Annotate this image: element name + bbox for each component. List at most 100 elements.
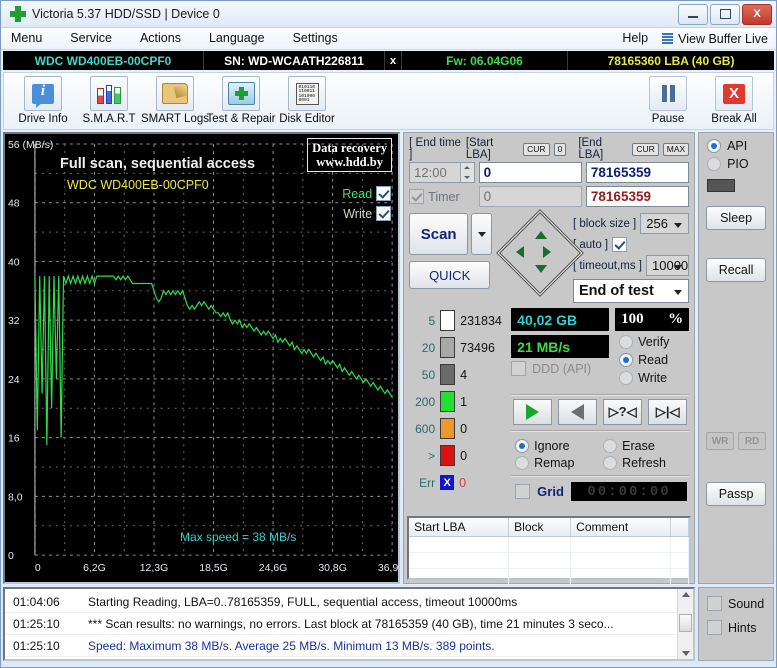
down-arrow-icon[interactable] [535,265,548,273]
smart-logs-button[interactable]: SMART Logs [141,76,209,125]
grid-checkbox[interactable] [515,484,531,499]
ddd-api-label: DDD (API) [532,361,592,376]
passp-button[interactable]: Passp [706,482,767,506]
api-radio[interactable] [707,139,722,153]
ignore-radio[interactable] [515,439,530,453]
recall-button[interactable]: Recall [706,258,767,282]
break-all-button[interactable]: X Break All [701,76,767,125]
elapsed-clock: 00:00:00 [570,482,688,501]
graph-read-toggle[interactable]: Read [342,186,392,201]
ddd-api-toggle[interactable]: DDD (API) [511,361,609,376]
left-arrow-icon[interactable] [516,246,525,258]
menu-item-actions[interactable]: Actions [126,28,195,49]
table-row[interactable] [409,569,690,585]
table-row[interactable] [409,553,690,569]
pio-radio[interactable] [707,157,722,171]
read-radio[interactable] [619,353,634,367]
log-scrollbar[interactable] [677,589,693,659]
seek-end-button[interactable]: ▷|◁ [648,399,688,425]
end-time-arrows[interactable] [459,163,474,182]
rd-button[interactable]: RD [738,432,767,450]
scan-dropdown-button[interactable] [471,213,493,255]
graph-read-checkbox[interactable] [376,186,392,201]
erase-radio[interactable] [603,439,618,453]
action-remap[interactable]: Remap [515,456,599,470]
action-refresh[interactable]: Refresh [603,456,687,470]
smart-button[interactable]: S.M.A.R.T [76,76,142,125]
view-buffer-live-button[interactable]: View Buffer Live [662,32,776,46]
mode-read[interactable]: Read [619,353,689,367]
up-arrow-icon[interactable] [535,231,548,239]
timer-toggle[interactable]: Timer [409,189,475,204]
pause-button[interactable]: Pause [635,76,701,125]
write-radio[interactable] [619,371,634,385]
api-option[interactable]: API [707,139,765,153]
timeout-select[interactable]: 10000 [646,255,690,276]
refresh-radio[interactable] [603,456,618,470]
disk-editor-button[interactable]: 010110 110011 101000 0001 Disk Editor [274,76,340,125]
legend-threshold: Err [419,475,436,490]
direction-pad[interactable] [496,209,584,297]
end-of-test-select[interactable]: End of test [572,279,690,303]
table-row[interactable] [409,537,690,553]
block-size-select[interactable]: 256 [640,213,690,234]
menu-item-menu[interactable]: Menu [1,28,56,49]
drive-info-button[interactable]: Drive Info [10,76,76,125]
end-lba-input[interactable]: 78165359 [585,162,690,183]
play-forward-button[interactable] [513,399,553,425]
hints-checkbox[interactable] [707,620,722,635]
defect-action-group: Ignore Erase Remap Refresh [511,435,689,470]
test-repair-button[interactable]: Test & Repair [206,76,276,125]
action-erase[interactable]: Erase [603,439,687,453]
start-lba-cur-button[interactable]: CUR [523,142,550,156]
start-lba-input[interactable]: 0 [478,162,582,183]
end-lba-secondary[interactable]: 78165359 [585,186,690,207]
menu-item-service[interactable]: Service [56,28,126,49]
minimize-button[interactable] [678,3,708,25]
scan-actions-section: Scan QUICK [ block size ] 256 [auto] [… [404,207,694,303]
menu-item-help[interactable]: Help [608,28,662,49]
play-back-button[interactable] [558,399,598,425]
device-close-mark[interactable]: x [385,51,402,70]
end-time-stepper[interactable]: 12:00 [409,162,475,183]
sound-option[interactable]: Sound [707,596,765,611]
auto-checkbox[interactable] [612,237,628,252]
action-ignore[interactable]: Ignore [515,439,599,453]
start-lba-zero-button[interactable]: 0 [553,142,567,156]
scroll-down-icon[interactable] [681,651,690,656]
menu-item-settings[interactable]: Settings [279,28,352,49]
col-start-lba: Start LBA [409,518,510,536]
scroll-thumb[interactable] [679,614,692,632]
quick-button[interactable]: QUICK [409,261,491,289]
right-arrow-icon[interactable] [542,246,551,258]
svg-text:0: 0 [35,563,41,574]
end-lba-cur-button[interactable]: CUR [632,142,659,156]
menu-item-language[interactable]: Language [195,28,279,49]
defect-table[interactable]: Start LBA Block Comment [407,516,692,585]
mode-write[interactable]: Write [619,371,689,385]
data-recovery-badge: Data recovery www.hdd.by [307,138,393,172]
random-seek-button[interactable]: ▷?◁ [603,399,643,425]
wr-button[interactable]: WR [706,432,735,450]
wr-rd-group: WR RD [706,432,767,450]
hints-option[interactable]: Hints [707,620,765,635]
scan-button[interactable]: Scan [409,213,469,255]
mode-verify[interactable]: Verify [619,335,689,349]
close-button[interactable]: X [742,3,772,25]
timer-checkbox[interactable] [409,189,425,204]
log-line: 01:25:10 *** Scan results: no warnings, … [5,613,677,635]
scroll-up-icon[interactable] [681,592,690,597]
ddd-api-checkbox[interactable] [511,361,527,376]
graph-write-toggle[interactable]: Write [343,206,392,221]
start-lba-secondary[interactable]: 0 [478,186,582,207]
graph-write-checkbox[interactable] [376,206,392,221]
remap-radio[interactable] [515,456,530,470]
sleep-button[interactable]: Sleep [706,206,767,230]
sound-checkbox[interactable] [707,596,722,611]
percent-sign: % [668,311,684,327]
verify-radio[interactable] [619,335,634,349]
read-label: Read [638,353,669,367]
maximize-button[interactable] [710,3,740,25]
end-lba-max-button[interactable]: MAX [662,142,690,156]
pio-option[interactable]: PIO [707,157,765,171]
